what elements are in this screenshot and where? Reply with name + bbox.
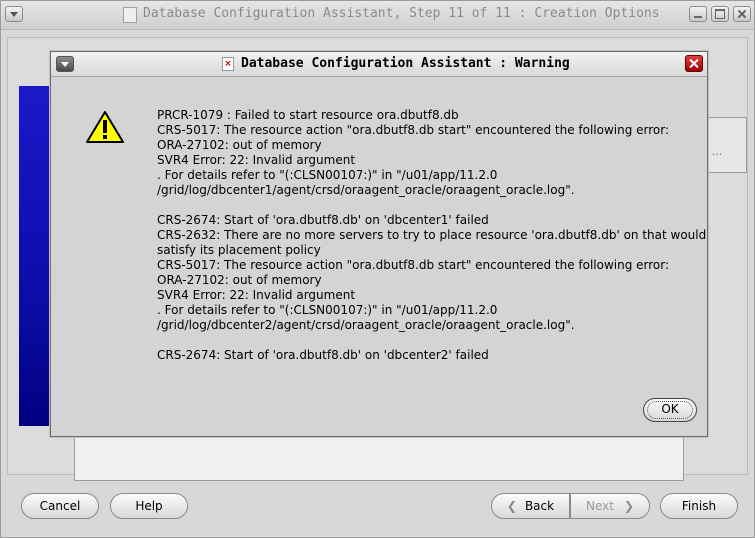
close-button[interactable] [733,6,751,22]
message-line [157,333,702,348]
ok-button[interactable]: OK [643,398,697,422]
dialog-menu-button[interactable] [56,56,74,72]
back-label: Back [524,499,555,513]
message-line: PRCR-1079 : Failed to start resource ora… [157,108,459,122]
chevron-left-icon: ❮ [506,499,517,513]
options-panel [74,433,684,481]
message-line: /grid/log/dbcenter2/agent/crsd/oraagent_… [157,318,575,332]
message-line: SVR4 Error: 22: Invalid argument [157,153,356,167]
back-button[interactable]: ❮ Back [491,493,570,519]
message-line: /grid/log/dbcenter1/agent/crsd/oraagent_… [157,183,575,197]
message-line: CRS-5017: The resource action "ora.dbutf… [157,258,670,272]
message-line: ORA-27102: out of memory [157,273,322,287]
next-label: Next [585,499,614,513]
dialog-close-button[interactable] [685,55,703,72]
maximize-button[interactable] [711,6,729,22]
message-line: satisfy its placement policy [157,243,321,257]
message-line: . For details refer to "(:CLSN00107:)" i… [157,168,498,182]
main-titlebar[interactable]: Database Configuration Assistant, Step 1… [1,1,754,30]
minimize-button[interactable] [689,6,707,22]
message-line: CRS-5017: The resource action "ora.dbutf… [157,123,670,137]
cancel-button[interactable]: Cancel [21,493,99,519]
dialog-app-icon: × [222,57,234,71]
finish-button[interactable]: Finish [660,493,738,519]
app-icon [123,7,137,23]
help-button[interactable]: Help [110,493,188,519]
dialog-titlebar[interactable]: × Database Configuration Assistant : War… [51,52,707,77]
focus-ring [647,401,693,419]
window-menu-button[interactable] [5,6,23,22]
chevron-right-icon: ❯ [623,499,635,513]
message-line [157,198,702,213]
message-line: SVR4 Error: 22: Invalid argument [157,288,356,302]
main-window-title: Database Configuration Assistant, Step 1… [143,6,660,21]
warning-triangle-icon [86,111,124,143]
next-button[interactable]: Next ❯ [570,493,650,519]
warning-message: PRCR-1079 : Failed to start resource ora… [157,108,707,363]
message-line: CRS-2632: There are no more servers to t… [157,228,707,242]
dialog-title: Database Configuration Assistant : Warni… [241,56,570,71]
message-line: CRS-2674: Start of 'ora.dbutf8.db' on 'd… [157,213,489,227]
warning-dialog: × Database Configuration Assistant : War… [50,51,708,437]
message-line: CRS-2674: Start of 'ora.dbutf8.db' on 'd… [157,348,489,362]
message-line: . For details refer to "(:CLSN00107:)" i… [157,303,498,317]
browse-button[interactable]: ... [708,145,726,165]
message-line: ORA-27102: out of memory [157,138,322,152]
